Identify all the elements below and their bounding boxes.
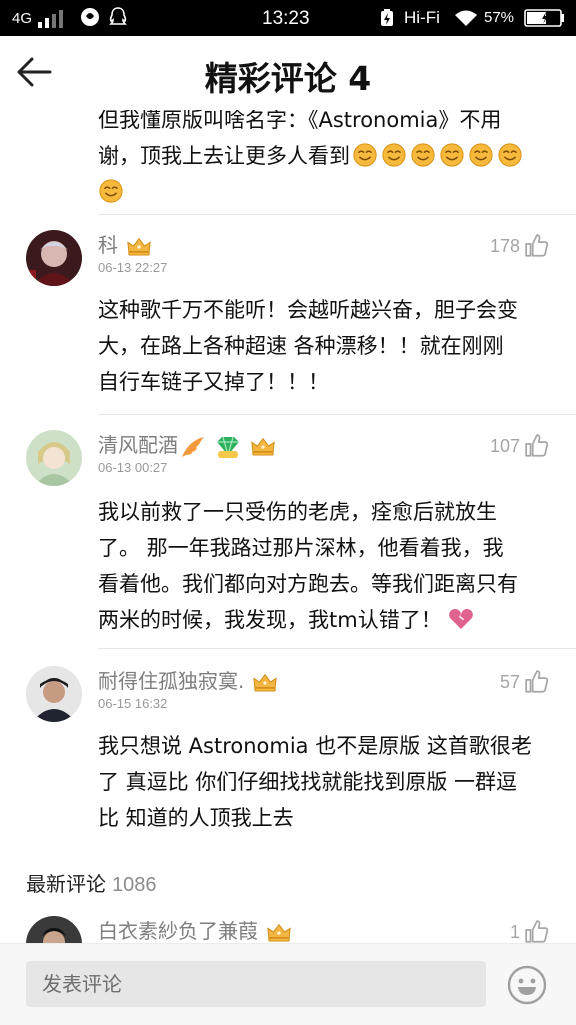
smiley-icon [439,142,465,168]
like-count: 1 [509,921,520,942]
smiley-icon [352,142,378,168]
comment-timestamp: 06-15 16:32 [98,696,168,711]
thumbs-up-icon [524,919,550,943]
comment-line: 了 真逗比 你们仔细找找就能找到原版 一群逗 [98,770,518,794]
partial-comment-text: 但我懂原版叫啥名字：《Astronomia》不用 谢，顶我上去让更多人看到 [98,110,558,210]
crown-badge-icon [126,236,152,258]
diamond-level-badge-icon [217,436,239,458]
comments-list[interactable]: 但我懂原版叫啥名字：《Astronomia》不用 谢，顶我上去让更多人看到 科 … [0,110,576,943]
emoji-button[interactable] [506,964,548,1006]
username-row: 耐得住孤独寂寞. [98,665,278,694]
page-title: 精彩评论 4 [204,59,372,98]
partial-comment-line-1: 但我懂原版叫啥名字：《Astronomia》不用 [98,110,502,132]
like-count: 57 [499,671,520,692]
notification-app-icon [80,7,100,32]
partial-comment-line-2-row: 谢，顶我上去让更多人看到 [98,138,558,174]
network-type: 4G [12,10,33,27]
comment-input-bar [0,943,576,1025]
like-button[interactable]: 1 [510,918,550,943]
comment-text: 我只想说 Astronomia 也不是原版 这首歌很老 了 真逗比 你们仔细找找… [98,728,558,836]
comment-text: 我以前救了一只受伤的老虎，痊愈后就放生 了。 那一年我路过那片深林，他看着我，我… [98,494,558,638]
username-row: 清风配酒 [98,429,276,459]
username[interactable]: 科 [98,233,118,257]
comment-line: 我只想说 Astronomia 也不是原版 这首歌很老 [98,734,532,758]
comment-line-row: 两米的时候，我发现，我tm认错了！ [98,602,558,638]
like-button[interactable]: 57 [500,668,550,696]
clock: 13:23 [262,8,310,29]
broken-heart-icon [448,609,473,629]
comment-text: 这种歌千万不能听！会越听越兴奋，胆子会变 大，在路上各种超速 各种漂移！！就在刚… [98,292,558,400]
avatar[interactable] [26,666,82,722]
comment-line: 大，在路上各种超速 各种漂移！！就在刚刚 [98,334,504,358]
comment-timestamp: 06-13 00:27 [98,460,168,475]
status-bar: 4G 13:23 Hi-Fi 57% [0,0,576,36]
username[interactable]: 清风配酒 [98,433,178,457]
avatar[interactable] [26,430,82,486]
divider [98,648,576,649]
username[interactable]: 耐得住孤独寂寞. [98,669,244,693]
smiley-icon [98,178,124,204]
smiley-icon [410,142,436,168]
partial-comment-line-2: 谢，顶我上去让更多人看到 [98,144,350,168]
username[interactable]: 白衣素紗负了兼葭 [98,919,258,943]
comment-line: 了。 那一年我路过那片深林，他看着我，我 [98,536,504,560]
emoji-icon [507,965,547,1005]
thumbs-up-icon [524,669,550,695]
comment-line: 这种歌千万不能听！会越听越兴奋，胆子会变 [98,298,518,322]
comment-line: 比 知道的人顶我上去 [98,806,294,830]
like-count: 107 [489,435,520,456]
comment-line: 两米的时候，我发现，我tm认错了！ [98,608,442,632]
comment-line: 我以前救了一只受伤的老虎，痊愈后就放生 [98,500,497,524]
comment-line: 自行车链子又掉了！！！ [98,370,329,394]
avatar[interactable] [26,916,82,943]
divider [98,214,576,215]
comment-input[interactable] [26,961,486,1007]
username-row: 白衣素紗负了兼葭 [98,915,292,943]
thumbs-up-icon [524,433,550,459]
smiley-icon [468,142,494,168]
comment-count: 1086 [112,874,157,896]
smiley-icon [497,142,523,168]
like-button[interactable]: 107 [490,432,550,460]
battery-saver-icon [380,9,394,32]
crown-badge-icon [252,672,278,694]
comment-line: 看着他。我们都向对方跑去。等我们距离只有 [98,572,518,596]
username-row: 科 [98,229,152,258]
feather-badge-icon [182,436,204,457]
latest-comments-header: 最新评论 1086 [26,868,157,897]
app-bar: 精彩评论 4 [0,36,576,110]
like-button[interactable]: 178 [490,232,550,260]
hifi-label: Hi-Fi [404,8,440,27]
section-title: 最新评论 [26,872,106,896]
wifi-icon [454,9,478,32]
crown-badge-icon [266,922,292,944]
comment-timestamp: 06-13 22:27 [98,260,168,275]
smiley-icon [381,142,407,168]
battery-percent: 57% [484,9,515,26]
thumbs-up-icon [524,233,550,259]
like-count: 178 [489,235,520,256]
qq-icon [108,7,128,32]
signal-icon [38,8,68,33]
divider [98,414,576,415]
partial-comment-line-3 [98,174,558,210]
crown-badge-icon [250,436,276,458]
avatar[interactable] [26,230,82,286]
battery-icon [524,9,566,32]
